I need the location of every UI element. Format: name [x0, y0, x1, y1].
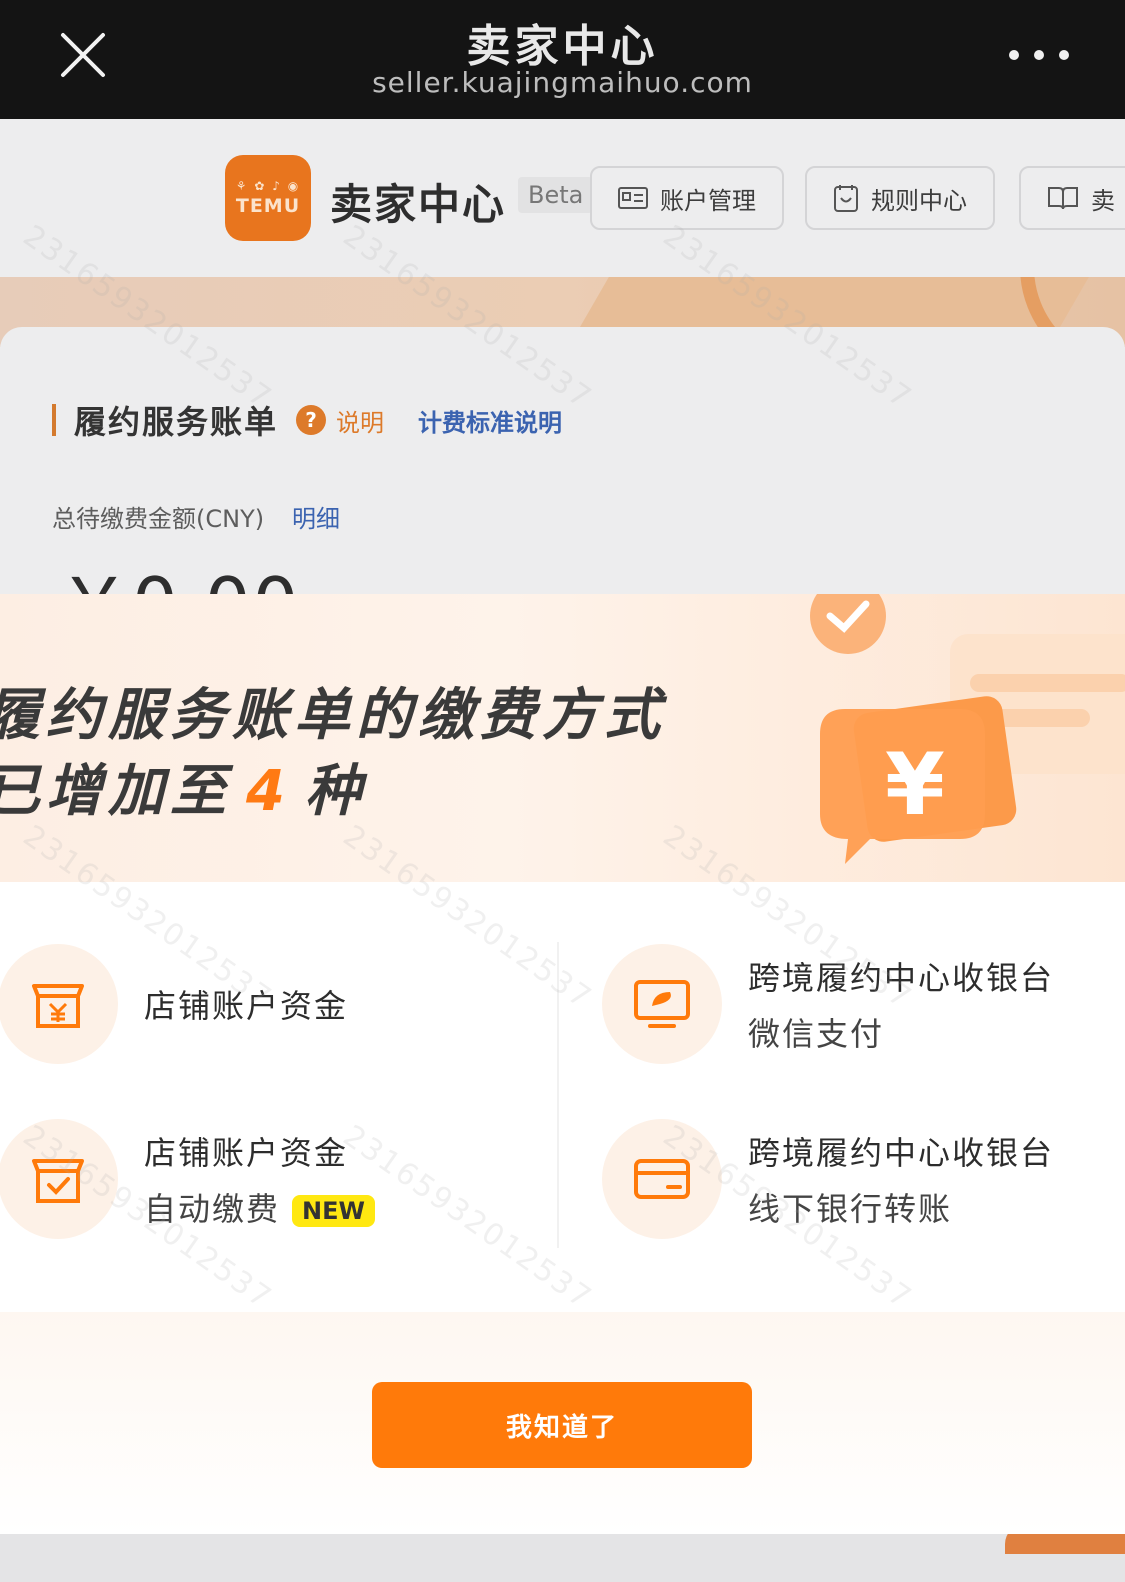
- browser-url: seller.kuajingmaihuo.com: [372, 66, 753, 99]
- page-header: ⚘ ✿ ♪ ◉ TEMU 卖家中心 Beta 账户管理 规则中心 卖: [0, 119, 1125, 277]
- temu-logo[interactable]: ⚘ ✿ ♪ ◉ TEMU: [225, 155, 311, 241]
- method-title: 跨境履约中心收银台: [748, 1134, 1055, 1172]
- payment-methods-modal: 履约服务账单的缴费方式 已增加至 4 种 ¥ 店铺账户资金 跨境履约中心收银台 …: [0, 594, 1125, 1534]
- yuan-card-illustration: ¥: [810, 594, 1125, 864]
- method-wechat-pay: 跨境履约中心收银台 微信支付: [602, 944, 1054, 1064]
- method-count: 4: [246, 759, 291, 824]
- billing-standard-link[interactable]: 计费标准说明: [418, 403, 562, 438]
- brand-title: 卖家中心: [330, 180, 507, 229]
- store-yuan-icon: [0, 944, 118, 1064]
- svg-text:¥: ¥: [885, 735, 945, 835]
- method-title: 店铺账户资金: [144, 987, 349, 1025]
- more-icon[interactable]: [1009, 40, 1069, 70]
- detail-link[interactable]: 明细: [292, 499, 340, 534]
- method-auto-pay: 店铺账户资金 自动缴费 NEW: [0, 1119, 375, 1239]
- method-bank-transfer: 跨境履约中心收银台 线下银行转账: [602, 1119, 1054, 1239]
- screen: 卖家中心 seller.kuajingmaihuo.com ⚘ ✿ ♪ ◉ TE…: [0, 0, 1125, 1582]
- banner-headline-line2: 已增加至 4 种: [0, 759, 367, 824]
- method-store-balance: 店铺账户资金: [0, 944, 348, 1064]
- rules-icon: [834, 185, 858, 212]
- id-card-icon: [618, 187, 648, 209]
- got-it-button[interactable]: 我知道了: [372, 1382, 752, 1468]
- divider: [557, 942, 559, 1248]
- nav-label: 规则中心: [871, 186, 967, 215]
- amount-label: 总待缴费金额(CNY): [52, 505, 265, 533]
- nav-label: 账户管理: [660, 186, 756, 215]
- method-subtitle: 线下银行转账: [748, 1190, 953, 1228]
- nav-seller-guide[interactable]: 卖: [1019, 166, 1125, 230]
- banner-headline-line1: 履约服务账单的缴费方式: [0, 683, 666, 748]
- store-check-icon: [0, 1119, 118, 1239]
- beta-badge: Beta: [518, 177, 594, 213]
- nav-rules-center[interactable]: 规则中心: [805, 166, 995, 230]
- help-link[interactable]: 说明: [336, 403, 384, 438]
- payment-methods-grid: 店铺账户资金 跨境履约中心收银台 微信支付 店铺账户资金 自动缴费 NEW 跨境…: [0, 882, 1125, 1312]
- book-icon: [1048, 187, 1078, 210]
- method-subtitle: 微信支付: [748, 1015, 885, 1053]
- method-title: 跨境履约中心收银台: [748, 959, 1055, 997]
- browser-top-bar: 卖家中心 seller.kuajingmaihuo.com: [0, 0, 1125, 119]
- card-icon: [602, 1119, 722, 1239]
- browser-title: 卖家中心: [466, 21, 659, 72]
- monitor-icon: [602, 944, 722, 1064]
- modal-footer: 我知道了: [0, 1312, 1125, 1534]
- nav-account-management[interactable]: 账户管理: [590, 166, 784, 230]
- method-subtitle: 自动缴费 NEW: [144, 1184, 375, 1230]
- method-title: 店铺账户资金: [144, 1134, 349, 1172]
- page-bottom-strip: [0, 1524, 1125, 1582]
- section-title: 履约服务账单 ? 说明 计费标准说明: [52, 397, 562, 443]
- nav-label: 卖: [1091, 186, 1115, 215]
- help-icon[interactable]: ?: [296, 405, 327, 435]
- modal-banner: 履约服务账单的缴费方式 已增加至 4 种 ¥: [0, 594, 1125, 882]
- new-badge: NEW: [292, 1195, 375, 1227]
